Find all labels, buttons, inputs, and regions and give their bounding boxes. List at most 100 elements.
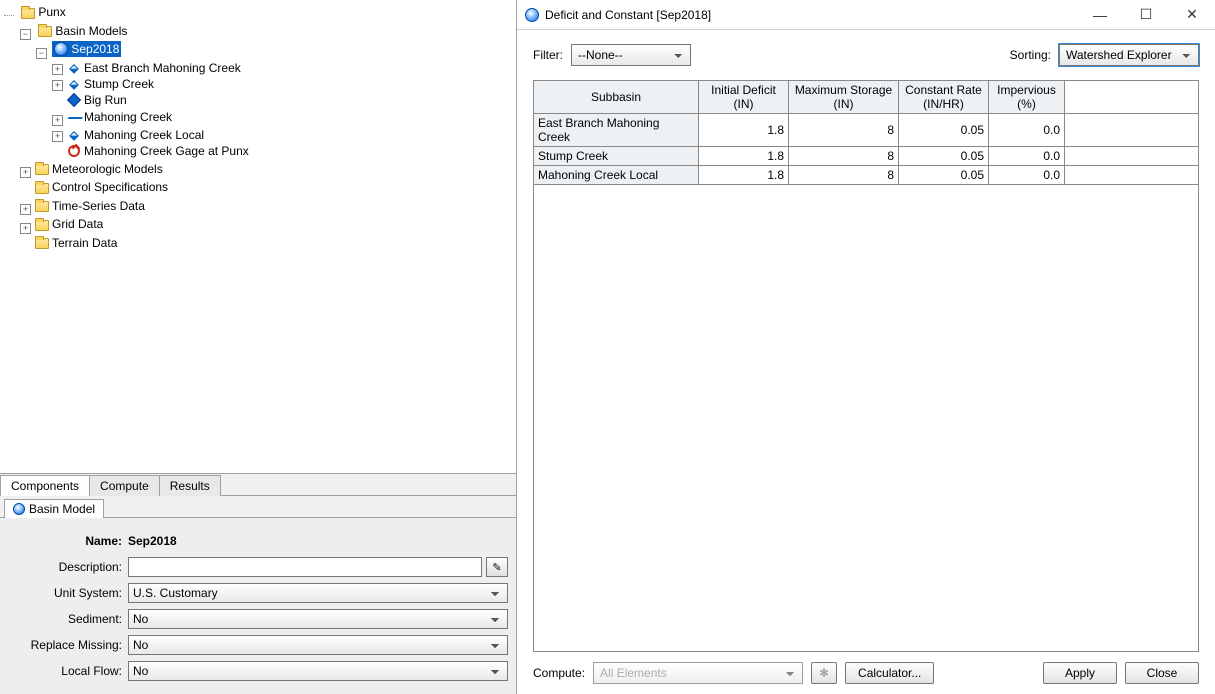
local-flow-select[interactable]: No [128,661,508,681]
cell-constant-rate[interactable]: 0.05 [899,114,989,147]
cell-max-storage[interactable]: 8 [789,114,899,147]
cell-initial-deficit[interactable]: 1.8 [699,166,789,185]
subbasin-icon: ⬙ [67,77,81,91]
folder-icon [21,8,35,19]
reach-icon [65,117,82,123]
table-row[interactable]: East Branch Mahoning Creek1.880.050.0 [534,114,1199,147]
tree-subbasin[interactable]: ⬙Mahoning Creek Local [65,127,206,143]
maximize-icon: ☐ [1140,6,1153,23]
col-max-storage[interactable]: Maximum Storage(IN) [789,81,899,114]
tree-label: Punx [38,4,65,20]
compute-run-button: ✱ [811,662,837,684]
minimize-button[interactable]: — [1077,0,1123,30]
left-panel-tabs: Components Compute Results [0,473,516,495]
expander-icon[interactable]: + [52,131,63,142]
calculator-button[interactable]: Calculator... [845,662,934,684]
tree-meteorologic[interactable]: Meteorologic Models [33,161,165,177]
expander-icon[interactable]: − [36,48,47,59]
expander-icon[interactable]: + [20,204,31,215]
tree-label: Time-Series Data [52,198,145,214]
table-empty-area [533,185,1199,652]
tree-griddata[interactable]: Grid Data [33,216,105,232]
cell-constant-rate[interactable]: 0.05 [899,147,989,166]
tree-junction[interactable]: Big Run [65,92,129,108]
table-row[interactable]: Stump Creek1.880.050.0 [534,147,1199,166]
tab-basin-model[interactable]: Basin Model [4,499,104,518]
tree-model-sep2018[interactable]: Sep2018 [52,41,121,57]
tree-label: Grid Data [52,216,103,232]
tree-label: Terrain Data [52,235,117,251]
filter-select[interactable]: --None-- [571,44,691,66]
sediment-label: Sediment: [8,612,128,626]
close-button[interactable]: Close [1125,662,1199,684]
cell-impervious[interactable]: 0.0 [989,166,1065,185]
tree-subbasin[interactable]: ⬙East Branch Mahoning Creek [65,60,243,76]
cell-impervious[interactable]: 0.0 [989,114,1065,147]
replace-missing-label: Replace Missing: [8,638,128,652]
sediment-select[interactable]: No [128,609,508,629]
description-ellipsis-button[interactable]: ✎ [486,557,508,577]
col-constant-rate[interactable]: Constant Rate(IN/HR) [899,81,989,114]
folder-icon [35,164,49,175]
folder-icon [35,220,49,231]
maximize-button[interactable]: ☐ [1123,0,1169,30]
expander-icon[interactable]: + [52,115,63,126]
tree-label: Basin Models [55,23,127,39]
watershed-explorer-tree[interactable]: Punx − Basin Models [0,0,516,473]
apply-button[interactable]: Apply [1043,662,1117,684]
replace-missing-select[interactable]: No [128,635,508,655]
unit-system-select[interactable]: U.S. Customary [128,583,508,603]
cell-subbasin[interactable]: East Branch Mahoning Creek [534,114,699,147]
tab-results[interactable]: Results [159,475,221,496]
cell-subbasin[interactable]: Stump Creek [534,147,699,166]
app-icon [525,8,539,22]
expander-icon[interactable]: + [20,167,31,178]
window-title: Deficit and Constant [Sep2018] [545,8,711,22]
expander-icon[interactable]: + [20,223,31,234]
tree-root[interactable]: Punx [19,4,67,20]
minimize-icon: — [1093,7,1107,23]
local-flow-label: Local Flow: [8,664,128,678]
compute-label: Compute: [533,666,585,680]
tree-terrain[interactable]: Terrain Data [33,235,119,251]
tree-sink[interactable]: Mahoning Creek Gage at Punx [65,143,251,159]
table-row[interactable]: Mahoning Creek Local1.880.050.0 [534,166,1199,185]
tree-timeseries[interactable]: Time-Series Data [33,198,147,214]
cell-max-storage[interactable]: 8 [789,147,899,166]
tab-components[interactable]: Components [0,475,90,496]
expander-icon[interactable]: + [52,64,63,75]
basin-model-icon [54,42,68,56]
tree-subbasin[interactable]: ⬙Stump Creek [65,76,156,92]
tree-label: Big Run [84,92,127,108]
tree-label: Mahoning Creek Gage at Punx [84,143,249,159]
sorting-label: Sorting: [1010,48,1051,62]
tree-basin-models[interactable]: Basin Models [36,23,129,39]
tree-label: Stump Creek [84,76,154,92]
close-window-button[interactable]: ✕ [1169,0,1215,30]
col-initial-deficit[interactable]: Initial Deficit(IN) [699,81,789,114]
expander-icon[interactable]: + [52,80,63,91]
deficit-constant-table[interactable]: Subbasin Initial Deficit(IN) Maximum Sto… [533,80,1199,185]
subbasin-icon: ⬙ [67,61,81,75]
expander-icon[interactable]: − [20,29,31,40]
close-icon: ✕ [1186,6,1198,23]
window-titlebar[interactable]: Deficit and Constant [Sep2018] — ☐ ✕ [517,0,1215,30]
cell-max-storage[interactable]: 8 [789,166,899,185]
name-value: Sep2018 [128,534,177,548]
tree-label: Mahoning Creek Local [84,127,204,143]
cell-impervious[interactable]: 0.0 [989,147,1065,166]
tree-control[interactable]: Control Specifications [33,179,170,195]
col-subbasin[interactable]: Subbasin [534,81,699,114]
cell-subbasin[interactable]: Mahoning Creek Local [534,166,699,185]
notes-icon: ✎ [492,561,501,574]
folder-icon [35,183,49,194]
cell-initial-deficit[interactable]: 1.8 [699,114,789,147]
sink-icon [68,145,80,157]
tree-reach[interactable]: Mahoning Creek [65,109,174,125]
sorting-select[interactable]: Watershed Explorer [1059,44,1199,66]
cell-initial-deficit[interactable]: 1.8 [699,147,789,166]
cell-constant-rate[interactable]: 0.05 [899,166,989,185]
col-impervious[interactable]: Impervious(%) [989,81,1065,114]
tab-compute[interactable]: Compute [89,475,160,496]
description-input[interactable] [128,557,482,577]
